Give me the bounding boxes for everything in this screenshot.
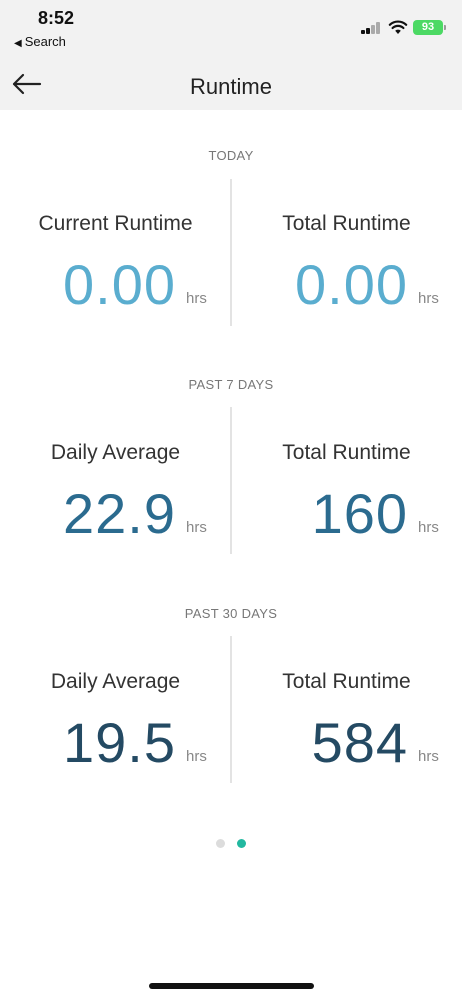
section-label-past-7-days: PAST 7 DAYS bbox=[188, 377, 274, 392]
section-label-today: TODAY bbox=[208, 148, 254, 163]
home-indicator[interactable] bbox=[149, 983, 314, 989]
wifi-icon bbox=[388, 20, 408, 34]
daily-average-30d-label: Daily Average bbox=[50, 670, 181, 693]
total-runtime-30d-label: Total Runtime bbox=[282, 670, 411, 693]
total-runtime-value: 0.00 bbox=[295, 253, 408, 316]
battery-cap bbox=[444, 25, 446, 30]
daily-average-7d-label: Daily Average bbox=[50, 441, 181, 464]
total-runtime-30d-value: 584 bbox=[311, 711, 408, 774]
section-divider bbox=[230, 407, 232, 554]
page-indicator-dot-1[interactable] bbox=[216, 839, 225, 848]
total-runtime-7d-label: Total Runtime bbox=[282, 441, 411, 464]
nav-header: Runtime bbox=[0, 58, 462, 110]
status-bar: 8:52 ◀ Search 93 bbox=[0, 0, 462, 58]
daily-average-7d-value: 22.9 bbox=[63, 482, 176, 545]
daily-average-30d-value: 19.5 bbox=[63, 711, 176, 774]
total-runtime-7d-value: 160 bbox=[311, 482, 408, 545]
total-runtime-30d-unit: hrs bbox=[418, 748, 439, 765]
battery-level: 93 bbox=[421, 21, 435, 33]
section-divider bbox=[230, 636, 232, 783]
battery-icon: 93 bbox=[413, 20, 443, 35]
daily-average-30d-unit: hrs bbox=[186, 748, 207, 765]
total-runtime-unit: hrs bbox=[418, 290, 439, 307]
total-runtime-label: Total Runtime bbox=[282, 212, 411, 235]
page-title: Runtime bbox=[190, 74, 272, 99]
back-triangle-icon: ◀ bbox=[14, 38, 22, 49]
status-time: 8:52 bbox=[38, 8, 75, 28]
current-runtime-label: Current Runtime bbox=[38, 212, 193, 235]
back-to-app-link[interactable]: ◀ Search bbox=[14, 34, 66, 49]
page-indicator-dot-2-active[interactable] bbox=[237, 839, 246, 848]
section-divider bbox=[230, 179, 232, 326]
current-runtime-value: 0.00 bbox=[63, 253, 176, 316]
current-runtime-unit: hrs bbox=[186, 290, 207, 307]
cellular-signal-icon bbox=[361, 22, 383, 34]
section-label-past-30-days: PAST 30 DAYS bbox=[184, 606, 278, 621]
total-runtime-7d-unit: hrs bbox=[418, 519, 439, 536]
daily-average-7d-unit: hrs bbox=[186, 519, 207, 536]
back-to-app-label: Search bbox=[24, 34, 66, 49]
